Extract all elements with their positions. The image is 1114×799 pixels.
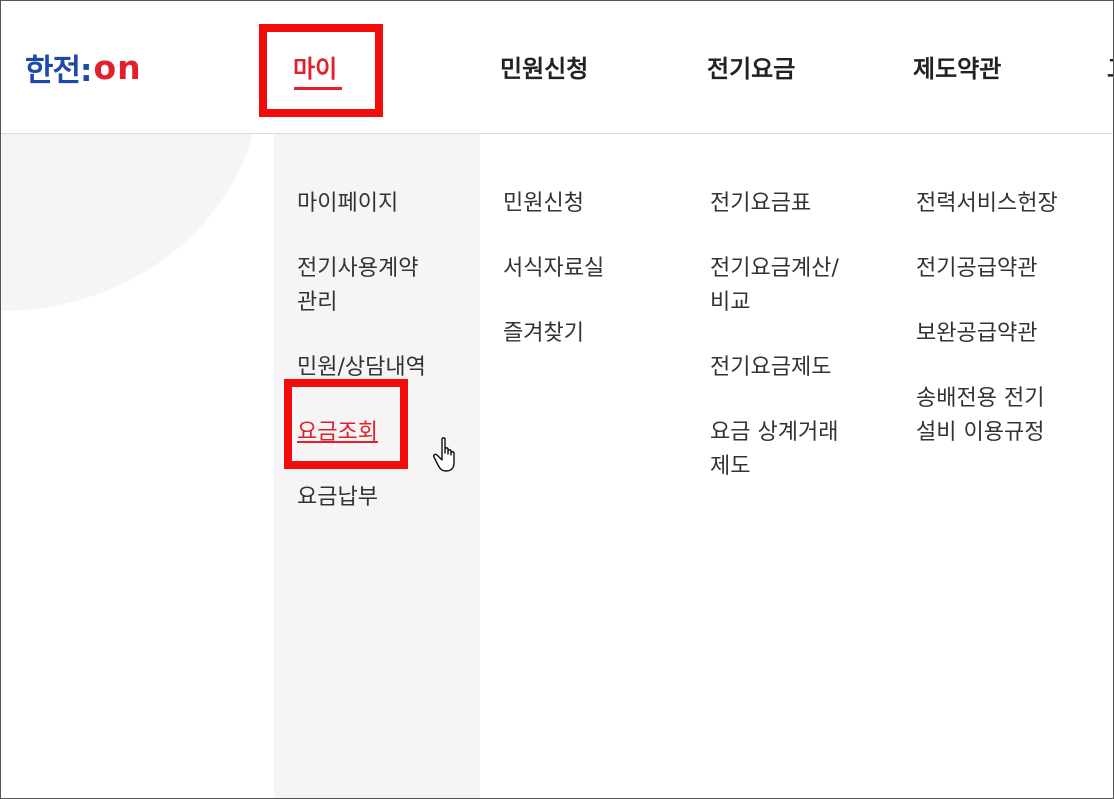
menu-item-transmission-rules-label: 송배전용 전기 설비 이용규정 (916, 386, 1045, 445)
logo-on: on (93, 47, 142, 87)
menu-item-fee-system[interactable]: 전기요금제도 (710, 351, 860, 385)
menu-item-net-metering-label: 요금 상계거래 제도 (710, 420, 839, 479)
menu-item-fee-table[interactable]: 전기요금표 (710, 187, 860, 221)
menu-item-fee-calc-label: 전기요금계산/ 비교 (710, 256, 839, 315)
menu-column-civil: 민원신청 서식자료실 즐겨찾기 (503, 187, 604, 382)
nav-item-clipped[interactable]: 고 (1107, 49, 1113, 84)
menu-column-my: 마이페이지 전기사용계약 관리 민원/상담내역 요금조회 요금납부 (297, 187, 437, 546)
site-header: 한전: on 마이 민원신청 전기요금 제도약관 고 (1, 1, 1113, 134)
menu-item-transmission-rules[interactable]: 송배전용 전기 설비 이용규정 (916, 382, 1066, 450)
highlight-box-fee-inquiry (284, 379, 408, 469)
hand-pointer-icon (433, 437, 455, 472)
menu-item-favorites[interactable]: 즐겨찾기 (503, 317, 604, 351)
menu-item-contract-label: 전기사용계약 관리 (297, 256, 419, 315)
menu-item-fee-payment[interactable]: 요금납부 (297, 481, 437, 515)
logo[interactable]: 한전: on (25, 47, 142, 89)
menu-item-supplementary-terms[interactable]: 보완공급약관 (916, 317, 1066, 351)
nav-civil-request[interactable]: 민원신청 (500, 49, 588, 84)
menu-item-forms[interactable]: 서식자료실 (503, 252, 604, 286)
window-frame: 한전: on 마이 민원신청 전기요금 제도약관 고 마이페이지 전기사용계약 … (0, 0, 1114, 799)
menu-item-net-metering[interactable]: 요금 상계거래 제도 (710, 416, 860, 484)
menu-column-fee: 전기요금표 전기요금계산/ 비교 전기요금제도 요금 상계거래 제도 (710, 187, 860, 515)
nav-policy-terms[interactable]: 제도약관 (913, 49, 1001, 84)
highlight-box-my (259, 24, 383, 117)
nav-electricity-fee[interactable]: 전기요금 (707, 49, 795, 84)
menu-item-contract[interactable]: 전기사용계약 관리 (297, 252, 437, 320)
menu-item-mypage[interactable]: 마이페이지 (297, 187, 437, 221)
menu-item-supply-terms[interactable]: 전기공급약관 (916, 252, 1066, 286)
menu-item-service-charter[interactable]: 전력서비스헌장 (916, 187, 1066, 221)
logo-korean: 한전: (25, 52, 92, 89)
menu-item-fee-calc[interactable]: 전기요금계산/ 비교 (710, 252, 860, 320)
menu-item-civil-request[interactable]: 민원신청 (503, 187, 604, 221)
menu-column-policy: 전력서비스헌장 전기공급약관 보완공급약관 송배전용 전기 설비 이용규정 (916, 187, 1066, 481)
